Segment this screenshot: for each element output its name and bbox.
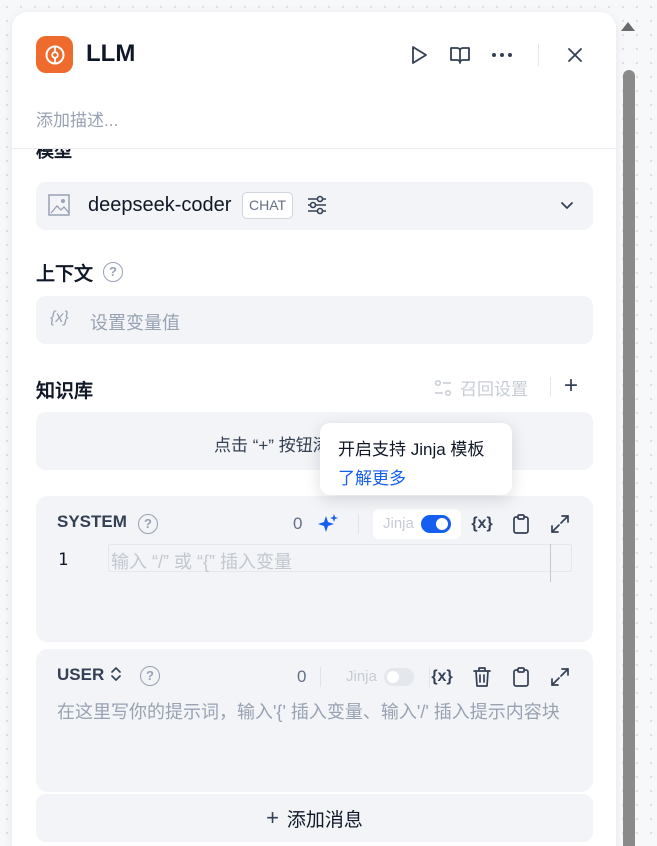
context-section-label: 上下文 <box>36 264 94 285</box>
add-message-label: 添加消息 <box>286 809 363 831</box>
clipboard-icon[interactable] <box>509 512 533 536</box>
chevron-up-down-icon <box>111 667 121 681</box>
recall-settings-icon <box>434 379 452 396</box>
system-placeholder: 输入 “/” 或 “{” 插入变量 <box>111 552 292 572</box>
learn-more-link[interactable]: 了解更多 <box>338 464 494 489</box>
user-prompt-input[interactable]: 在这里写你的提示词，输入'{' 插入变量、输入'/' 插入提示内容块 <box>57 698 577 724</box>
help-icon[interactable]: ? <box>140 666 160 686</box>
user-prompt-box: USER ? 0 Jinja {x} 在这里写你的提示词，输入'{' 插入变量、… <box>36 649 593 792</box>
ai-generate-sparkle-icon[interactable] <box>316 512 340 536</box>
line-number: 1 <box>58 550 69 570</box>
system-role-label: SYSTEM <box>57 512 127 531</box>
system-prompt-box: SYSTEM ? 0 Jinja {x} 1 输入 “/” 或 “{” 插入变量 <box>36 496 593 642</box>
jinja-toggle[interactable] <box>384 668 414 686</box>
chevron-down-icon[interactable] <box>560 198 574 217</box>
token-count: 0 <box>297 667 307 686</box>
context-variable-select[interactable]: {x} 设置变量值 <box>36 296 593 344</box>
model-logo-broken-image-icon <box>48 194 70 216</box>
user-role-select[interactable]: USER <box>57 665 121 685</box>
help-icon[interactable]: ? <box>138 514 158 534</box>
expand-icon[interactable] <box>548 665 572 689</box>
variable-icon: {x} <box>50 309 69 326</box>
help-icon[interactable]: ? <box>103 262 123 282</box>
toolbar-divider <box>358 514 359 534</box>
user-role-label: USER <box>57 665 105 684</box>
editor-caret <box>550 544 551 582</box>
jinja-toggle[interactable] <box>421 515 451 533</box>
recall-settings-label: 召回设置 <box>460 380 528 399</box>
jinja-label: Jinja <box>346 668 377 685</box>
model-name: deepseek-coder <box>88 194 232 216</box>
add-message-button[interactable]: + 添加消息 <box>36 794 593 842</box>
panel-header: LLM <box>12 12 616 98</box>
token-count: 0 <box>293 514 303 533</box>
toolbar-divider <box>320 667 321 687</box>
mode-badge: CHAT <box>242 192 294 219</box>
insert-variable-icon[interactable]: {x} <box>470 512 494 536</box>
llm-brain-icon <box>36 36 73 73</box>
knowledge-section-label: 知识库 <box>36 381 94 402</box>
run-play-icon[interactable] <box>407 43 431 67</box>
jinja-tooltip: 开启支持 Jinja 模板 了解更多 <box>320 423 512 495</box>
sliders-settings-icon[interactable] <box>306 194 328 221</box>
insert-variable-text: {x} <box>431 668 453 685</box>
header-divider <box>538 44 539 66</box>
book-open-icon[interactable] <box>448 43 472 67</box>
context-placeholder: 设置变量值 <box>90 313 180 333</box>
more-horizontal-icon[interactable] <box>490 43 514 67</box>
tooltip-text: 开启支持 Jinja 模板 <box>338 440 485 459</box>
model-selector[interactable]: deepseek-coder CHAT <box>36 182 593 230</box>
scroll-up-arrow-icon[interactable] <box>621 22 635 31</box>
add-knowledge-button[interactable]: + <box>564 374 578 398</box>
scrollbar-thumb[interactable] <box>623 70 635 846</box>
llm-node-panel: LLM 添加描述... 模型 deepseek-coder CHAT 上下文 ?… <box>12 12 616 846</box>
panel-body: 模型 deepseek-coder CHAT 上下文 ? {x} 设置变量值 知… <box>12 149 616 846</box>
plus-icon: + <box>266 805 279 830</box>
jinja-toggle-group[interactable]: Jinja <box>373 509 461 539</box>
model-section-label: 模型 <box>36 149 72 161</box>
close-icon[interactable] <box>563 43 587 67</box>
recall-settings-button[interactable]: 召回设置 <box>434 375 528 400</box>
node-title[interactable]: LLM <box>86 40 135 68</box>
trash-icon[interactable] <box>470 665 494 689</box>
expand-icon[interactable] <box>548 512 572 536</box>
clipboard-icon[interactable] <box>509 665 533 689</box>
jinja-toggle-group[interactable]: Jinja <box>336 662 424 692</box>
insert-variable-text: {x} <box>471 515 493 532</box>
jinja-label: Jinja <box>383 515 414 532</box>
insert-variable-icon[interactable]: {x} <box>430 665 454 689</box>
knowledge-divider <box>550 377 551 397</box>
description-input[interactable]: 添加描述... <box>36 106 118 131</box>
